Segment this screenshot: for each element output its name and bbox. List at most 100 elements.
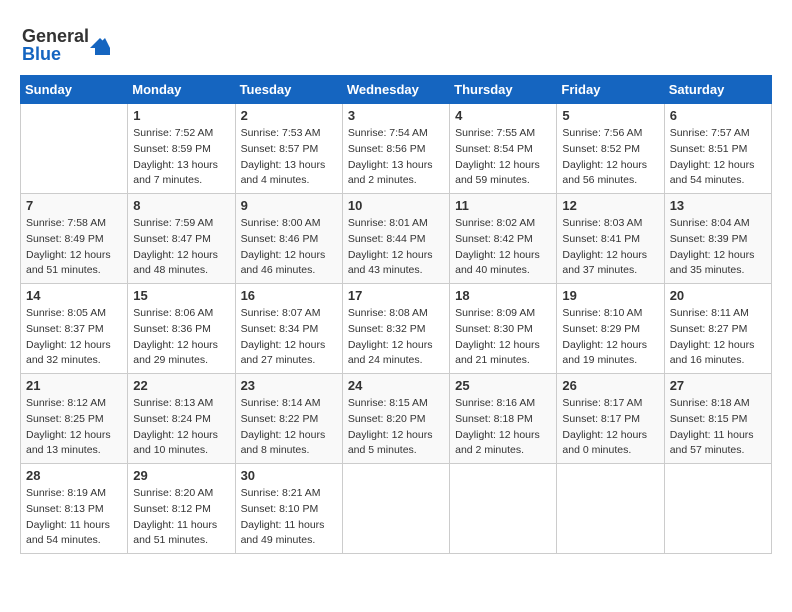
day-number: 5 [562,108,658,123]
day-cell: 16 Sunrise: 8:07 AM Sunset: 8:34 PM Dayli… [235,284,342,374]
day-info: Sunrise: 7:55 AM Sunset: 8:54 PM Dayligh… [455,126,551,189]
day-cell: 3 Sunrise: 7:54 AM Sunset: 8:56 PM Daylig… [342,104,449,194]
day-number: 23 [241,378,337,393]
day-info: Sunrise: 8:11 AM Sunset: 8:27 PM Dayligh… [670,306,766,369]
day-cell: 9 Sunrise: 8:00 AM Sunset: 8:46 PM Daylig… [235,194,342,284]
day-cell: 23Sunrise: 8:14 AM Sunset: 8:22 PM Dayli… [235,374,342,464]
day-info: Sunrise: 8:16 AM Sunset: 8:18 PM Dayligh… [455,396,551,459]
day-cell: 24 Sunrise: 8:15 AM Sunset: 8:20 PM Dayli… [342,374,449,464]
day-info: Sunrise: 8:08 AM Sunset: 8:32 PM Dayligh… [348,306,444,369]
day-cell: 18 Sunrise: 8:09 AM Sunset: 8:30 PM Dayli… [450,284,557,374]
day-cell: 8 Sunrise: 7:59 AM Sunset: 8:47 PM Daylig… [128,194,235,284]
day-cell: 2 Sunrise: 7:53 AM Sunset: 8:57 PM Daylig… [235,104,342,194]
day-info: Sunrise: 7:57 AM Sunset: 8:51 PM Dayligh… [670,126,766,189]
day-cell [342,464,449,554]
day-info: Sunrise: 8:05 AM Sunset: 8:37 PM Dayligh… [26,306,122,369]
day-number: 16 [241,288,337,303]
day-cell: 27 Sunrise: 8:18 AM Sunset: 8:15 PM Dayli… [664,374,771,464]
day-number: 25 [455,378,551,393]
day-number: 19 [562,288,658,303]
day-info: Sunrise: 8:01 AM Sunset: 8:44 PM Dayligh… [348,216,444,279]
day-info: Sunrise: 7:53 AM Sunset: 8:57 PM Dayligh… [241,126,337,189]
calendar-table: SundayMondayTuesdayWednesdayThursdayFrid… [20,75,772,554]
day-cell: 25 Sunrise: 8:16 AM Sunset: 8:18 PM Dayli… [450,374,557,464]
column-header-thursday: Thursday [450,76,557,104]
day-number: 22 [133,378,229,393]
day-info: Sunrise: 7:59 AM Sunset: 8:47 PM Dayligh… [133,216,229,279]
column-header-tuesday: Tuesday [235,76,342,104]
day-info: Sunrise: 8:17 AM Sunset: 8:17 PM Dayligh… [562,396,658,459]
day-number: 27 [670,378,766,393]
day-cell: 30 Sunrise: 8:21 AM Sunset: 8:10 PM Dayli… [235,464,342,554]
day-info: Sunrise: 8:15 AM Sunset: 8:20 PM Dayligh… [348,396,444,459]
day-number: 28 [26,468,122,483]
day-number: 4 [455,108,551,123]
page-header: General Blue [20,20,772,65]
day-cell: 1Sunrise: 7:52 AM Sunset: 8:59 PM Daylig… [128,104,235,194]
day-number: 24 [348,378,444,393]
day-number: 7 [26,198,122,213]
week-row-1: 1Sunrise: 7:52 AM Sunset: 8:59 PM Daylig… [21,104,772,194]
day-number: 30 [241,468,337,483]
day-cell: 26Sunrise: 8:17 AM Sunset: 8:17 PM Dayli… [557,374,664,464]
day-cell: 6 Sunrise: 7:57 AM Sunset: 8:51 PM Daylig… [664,104,771,194]
day-info: Sunrise: 7:56 AM Sunset: 8:52 PM Dayligh… [562,126,658,189]
day-number: 3 [348,108,444,123]
day-cell [21,104,128,194]
day-cell: 11Sunrise: 8:02 AM Sunset: 8:42 PM Dayli… [450,194,557,284]
day-info: Sunrise: 8:09 AM Sunset: 8:30 PM Dayligh… [455,306,551,369]
day-cell: 7 Sunrise: 7:58 AM Sunset: 8:49 PM Daylig… [21,194,128,284]
day-cell: 14 Sunrise: 8:05 AM Sunset: 8:37 PM Dayli… [21,284,128,374]
logo: General Blue [20,20,110,65]
day-info: Sunrise: 8:06 AM Sunset: 8:36 PM Dayligh… [133,306,229,369]
day-info: Sunrise: 8:13 AM Sunset: 8:24 PM Dayligh… [133,396,229,459]
day-info: Sunrise: 8:18 AM Sunset: 8:15 PM Dayligh… [670,396,766,459]
day-cell [664,464,771,554]
day-cell: 21 Sunrise: 8:12 AM Sunset: 8:25 PM Dayli… [21,374,128,464]
day-number: 12 [562,198,658,213]
day-cell: 29 Sunrise: 8:20 AM Sunset: 8:12 PM Dayli… [128,464,235,554]
week-row-2: 7 Sunrise: 7:58 AM Sunset: 8:49 PM Daylig… [21,194,772,284]
day-cell: 12 Sunrise: 8:03 AM Sunset: 8:41 PM Dayli… [557,194,664,284]
day-number: 14 [26,288,122,303]
svg-text:General: General [22,26,89,46]
day-cell: 28 Sunrise: 8:19 AM Sunset: 8:13 PM Dayli… [21,464,128,554]
day-number: 8 [133,198,229,213]
header-row: SundayMondayTuesdayWednesdayThursdayFrid… [21,76,772,104]
day-number: 21 [26,378,122,393]
day-number: 6 [670,108,766,123]
day-info: Sunrise: 8:21 AM Sunset: 8:10 PM Dayligh… [241,486,337,549]
day-cell: 15Sunrise: 8:06 AM Sunset: 8:36 PM Dayli… [128,284,235,374]
day-number: 13 [670,198,766,213]
day-number: 18 [455,288,551,303]
day-cell: 10 Sunrise: 8:01 AM Sunset: 8:44 PM Dayli… [342,194,449,284]
day-info: Sunrise: 8:07 AM Sunset: 8:34 PM Dayligh… [241,306,337,369]
column-header-sunday: Sunday [21,76,128,104]
day-number: 29 [133,468,229,483]
day-info: Sunrise: 8:20 AM Sunset: 8:12 PM Dayligh… [133,486,229,549]
day-number: 10 [348,198,444,213]
column-header-wednesday: Wednesday [342,76,449,104]
svg-text:Blue: Blue [22,44,61,64]
day-info: Sunrise: 8:03 AM Sunset: 8:41 PM Dayligh… [562,216,658,279]
day-info: Sunrise: 8:12 AM Sunset: 8:25 PM Dayligh… [26,396,122,459]
day-cell: 5 Sunrise: 7:56 AM Sunset: 8:52 PM Daylig… [557,104,664,194]
day-number: 9 [241,198,337,213]
column-header-monday: Monday [128,76,235,104]
day-number: 17 [348,288,444,303]
day-cell: 22 Sunrise: 8:13 AM Sunset: 8:24 PM Dayli… [128,374,235,464]
day-cell [557,464,664,554]
week-row-3: 14 Sunrise: 8:05 AM Sunset: 8:37 PM Dayli… [21,284,772,374]
day-number: 2 [241,108,337,123]
logo-icon: General Blue [20,20,110,65]
day-cell: 13Sunrise: 8:04 AM Sunset: 8:39 PM Dayli… [664,194,771,284]
day-cell: 17 Sunrise: 8:08 AM Sunset: 8:32 PM Dayli… [342,284,449,374]
day-cell: 20Sunrise: 8:11 AM Sunset: 8:27 PM Dayli… [664,284,771,374]
day-info: Sunrise: 8:00 AM Sunset: 8:46 PM Dayligh… [241,216,337,279]
column-header-saturday: Saturday [664,76,771,104]
column-header-friday: Friday [557,76,664,104]
day-info: Sunrise: 7:58 AM Sunset: 8:49 PM Dayligh… [26,216,122,279]
day-number: 1 [133,108,229,123]
day-info: Sunrise: 7:54 AM Sunset: 8:56 PM Dayligh… [348,126,444,189]
day-info: Sunrise: 8:19 AM Sunset: 8:13 PM Dayligh… [26,486,122,549]
